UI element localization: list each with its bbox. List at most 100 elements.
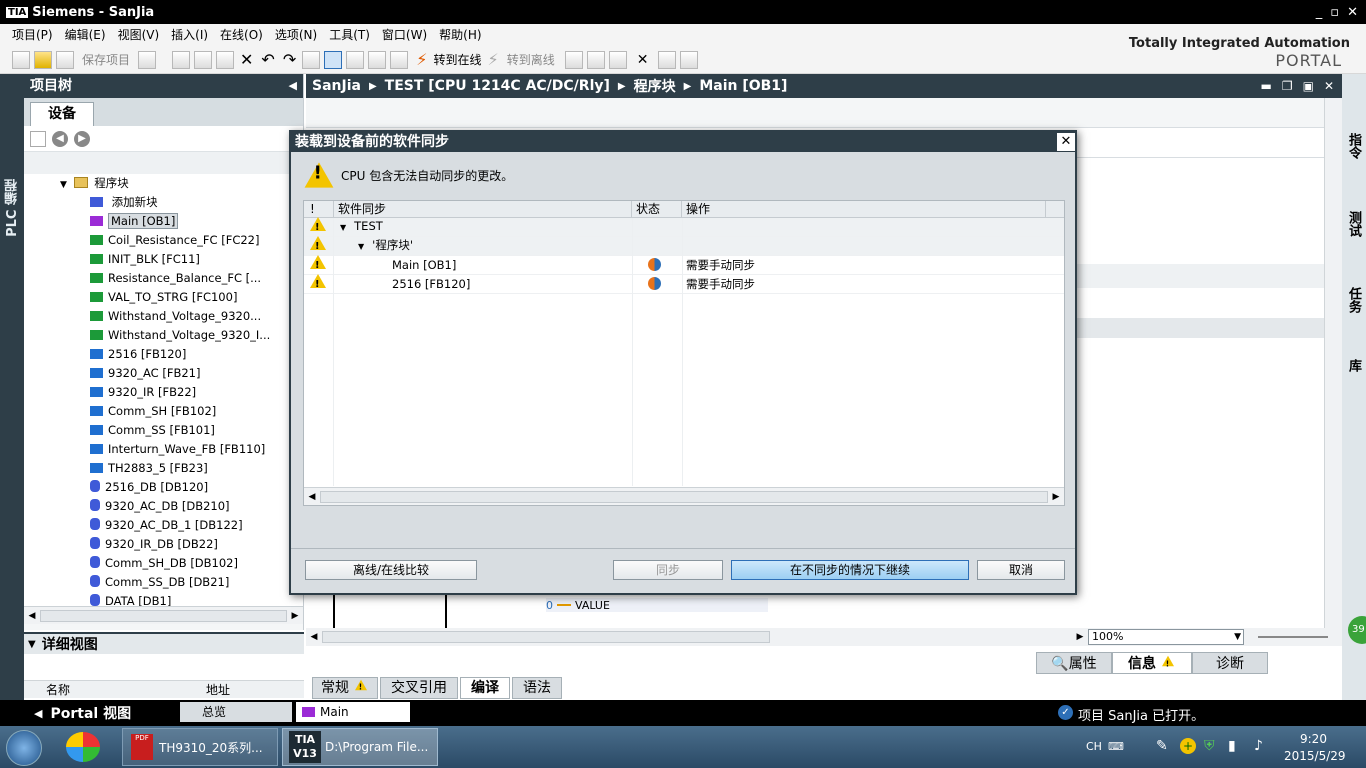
table-scroll-right-icon[interactable]: ▶ [1048,492,1064,502]
tree-add-new-block[interactable]: 添加新块 [24,193,303,212]
menu-view[interactable]: 视图(V) [112,24,166,46]
editor-hscroll[interactable] [322,631,770,643]
zoom-dropdown-icon[interactable]: ▼ [1234,630,1241,644]
zoom-select[interactable]: 100% ▼ [1088,629,1244,645]
tree-item-block[interactable]: Comm_SH [FB102] [24,402,303,421]
tree-item-block[interactable]: 9320_AC_DB [DB210] [24,497,303,516]
tree-item-block[interactable]: 9320_IR_DB [DB22] [24,535,303,554]
tab-cross-references[interactable]: 交叉引用 [380,677,458,699]
column-software-sync[interactable]: 软件同步 [334,200,632,218]
menu-options[interactable]: 选项(N) [269,24,323,46]
tree-folder-program-blocks[interactable]: ▼ 程序块 [24,174,303,193]
editor-vscroll[interactable] [1324,98,1342,628]
main-editor-tab[interactable]: Main [296,702,410,722]
taskbar-pdf-task[interactable]: PDF TH9310_20系列... [122,728,278,766]
delete-icon[interactable]: ✕ [240,50,253,69]
restore-icon[interactable]: ▫ [1330,5,1339,20]
menu-tools[interactable]: 工具(T) [323,24,376,46]
tree-item-block[interactable]: Coil_Resistance_FC [FC22] [24,231,303,250]
editor-close-icon[interactable]: ✕ [1324,79,1334,93]
breadcrumb-folder[interactable]: 程序块 [634,76,676,96]
scroll-left-icon[interactable]: ◀ [24,611,40,621]
new-item-icon[interactable] [30,130,46,147]
breadcrumb-project[interactable]: SanJia [312,78,361,94]
offline-online-compare-button[interactable]: 离线/在线比较 [305,560,477,580]
volume-icon[interactable]: ♪ [1254,738,1263,754]
close-icon[interactable]: ✕ [1347,5,1358,20]
overview-tab[interactable]: 总览 [180,702,292,722]
paste-icon[interactable] [216,50,235,69]
tab-libraries[interactable]: 库 [1342,350,1364,380]
compile-icon[interactable] [302,50,321,69]
sync-button[interactable]: 同步 [613,560,723,580]
menu-insert[interactable]: 插入(I) [165,24,214,46]
sync-table-row[interactable]: 2516 [FB120] 需要手动同步 [304,274,1064,294]
tree-item-block[interactable]: Comm_SH_DB [DB102] [24,554,303,573]
tree-item-block[interactable]: TH2883_5 [FB23] [24,459,303,478]
go-offline-button[interactable]: 转到离线 [507,51,555,68]
row-expand-icon[interactable]: ▼ [340,223,346,232]
detail-view-collapse-icon[interactable]: ▼ [28,639,36,650]
upload-icon[interactable] [346,50,365,69]
editor-scroll-right-icon[interactable]: ▶ [1072,632,1088,642]
column-status[interactable]: 状态 [632,200,682,218]
copy-icon[interactable] [194,50,213,69]
column-address[interactable]: 地址 [184,681,230,698]
tree-item-block[interactable]: Resistance_Balance_FC [... [24,269,303,288]
tab-instructions[interactable]: 指令 [1342,124,1364,168]
cancel-button[interactable]: 取消 [977,560,1065,580]
tree-item-block[interactable]: DATA [DB1] [24,592,303,606]
breadcrumb-block[interactable]: Main [OB1] [699,78,787,94]
tab-devices[interactable]: 设备 [30,102,94,126]
dialog-close-icon[interactable]: ✕ [1057,133,1075,151]
print-icon[interactable] [138,50,157,69]
go-offline-icon[interactable]: ⚡ [487,50,498,69]
language-indicator[interactable]: CH [1086,740,1102,753]
close-editor-icon[interactable]: ✕ [637,52,649,68]
app-launcher-icon[interactable] [66,732,100,762]
tree-item-block[interactable]: Comm_SS_DB [DB21] [24,573,303,592]
tab-info[interactable]: 信息 [1112,652,1192,674]
device-icon[interactable]: ▮ [1228,738,1236,754]
portal-view-button[interactable]: Portal 视图 [50,703,131,723]
undo-icon[interactable]: ↶ [261,50,274,69]
editor-scroll-left-icon[interactable]: ◀ [306,632,322,642]
clock-date[interactable]: 2015/5/29 [1284,749,1346,763]
cut-icon[interactable] [172,50,191,69]
go-online-button[interactable]: 转到在线 [433,51,481,68]
breadcrumb-device[interactable]: TEST [CPU 1214C AC/DC/Rly] [385,78,610,94]
expand-icon[interactable]: ▼ [60,180,67,190]
tree-item-block[interactable]: 2516_DB [DB120] [24,478,303,497]
editor-restore-icon[interactable]: ❐ [1282,79,1293,93]
tree-item-block[interactable]: INIT_BLK [FC11] [24,250,303,269]
tab-diagnostics[interactable]: 诊断 [1192,652,1268,674]
tab-compile[interactable]: 编译 [460,677,510,699]
tab-tasks[interactable]: 任务 [1342,278,1364,322]
menu-window[interactable]: 窗口(W) [376,24,433,46]
security-shield-icon[interactable]: ⛨ [1204,738,1215,754]
sync-table-row[interactable]: ▼ '程序块' [304,236,1064,256]
update-icon[interactable]: + [1180,738,1196,754]
editor-float-icon[interactable]: ▣ [1303,79,1314,93]
menu-help[interactable]: 帮助(H) [433,24,487,46]
tree-item-block[interactable]: Comm_SS [FB101] [24,421,303,440]
tree-item-block[interactable]: Main [OB1] [24,212,303,231]
taskbar-tia-task[interactable]: TIA V13 D:\Program File... [282,728,438,766]
tree-item-block[interactable]: 9320_AC_DB_1 [DB122] [24,516,303,535]
network-tool-icon[interactable]: ✎ [1156,738,1168,754]
go-online-icon[interactable]: ⚡ [416,50,427,69]
tree-item-block[interactable]: 9320_IR [FB22] [24,383,303,402]
portal-view-arrow-icon[interactable]: ◀ [34,707,42,720]
accessible-devices-icon[interactable] [564,50,583,69]
table-hscroll[interactable] [320,490,1048,503]
open-project-icon[interactable] [34,50,52,69]
minimize-icon[interactable]: _ [1316,5,1323,20]
back-icon[interactable]: ◀ [52,130,68,147]
split-horizontal-icon[interactable] [658,50,677,69]
sync-table-row[interactable]: Main [OB1] 需要手动同步 [304,255,1064,275]
tree-item-block[interactable]: Withstand_Voltage_9320... [24,307,303,326]
tree-item-block[interactable]: 9320_AC [FB21] [24,364,303,383]
clock-time[interactable]: 9:20 [1300,732,1327,746]
tab-general[interactable]: 常规 [312,677,378,699]
forward-icon[interactable]: ▶ [74,130,90,147]
